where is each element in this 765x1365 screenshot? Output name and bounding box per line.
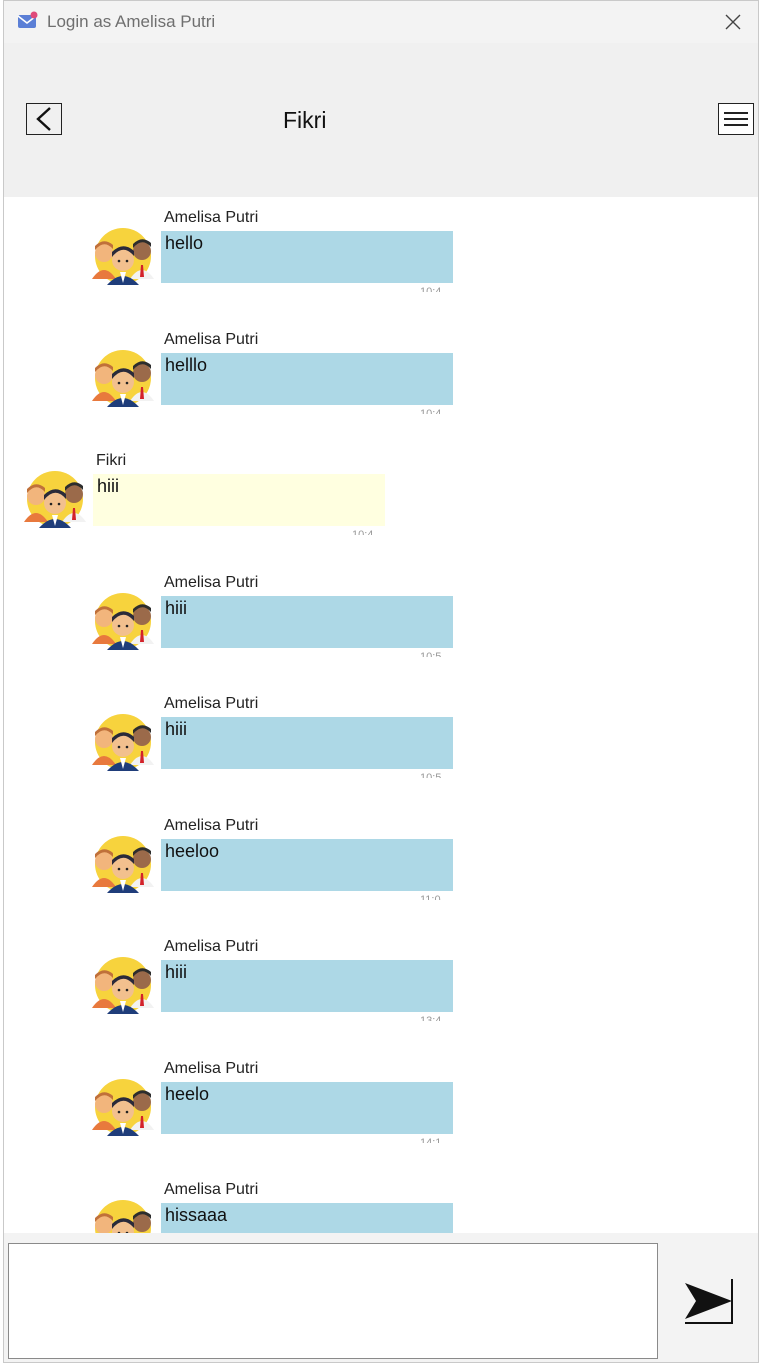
message-sender: Amelisa Putri — [164, 1059, 259, 1077]
message-bubble[interactable]: hello — [161, 231, 453, 283]
message-time: 14:1 — [420, 1136, 442, 1143]
message-sender: Amelisa Putri — [164, 816, 259, 834]
close-button[interactable] — [718, 7, 748, 37]
window-title: Login as Amelisa Putri — [47, 12, 216, 31]
group-avatar-icon — [90, 1078, 156, 1136]
message-bubble[interactable]: heeloo — [161, 838, 453, 891]
group-avatar-icon — [22, 470, 88, 528]
message-time: 10:4 — [352, 529, 374, 535]
send-icon — [685, 1279, 733, 1324]
composer — [4, 1233, 758, 1362]
group-avatar-icon — [90, 835, 156, 893]
message-sender: Amelisa Putri — [164, 695, 259, 712]
chat-header: Fikri — [4, 43, 758, 197]
message-input[interactable] — [8, 1243, 658, 1359]
send-button[interactable] — [682, 1277, 736, 1325]
close-icon — [725, 14, 741, 30]
message-sender: Fikri — [96, 452, 127, 469]
message-bubble[interactable]: heelo — [161, 1081, 453, 1134]
message-time: 10:4 — [420, 286, 442, 292]
message-time: 13:4 — [420, 1015, 442, 1021]
message-sender: Amelisa Putri — [164, 573, 259, 591]
back-arrow-icon — [36, 107, 51, 131]
menu-icon-line — [724, 112, 748, 114]
message-time: 10:5 — [420, 650, 442, 657]
message-bubble[interactable]: hiii — [161, 960, 453, 1012]
message-list[interactable]: Amelisa Putri hello 10:4 Amelisa Putri hell… — [4, 197, 758, 1233]
message-row: Amelisa Putri heelo 14:1 — [90, 1060, 470, 1170]
message-row: Amelisa Putri hiii 13:4 — [90, 938, 470, 1048]
group-avatar-icon — [90, 227, 156, 285]
contact-name: Fikri — [283, 107, 327, 133]
message-row: Amelisa Putri hissaaa — [90, 1181, 470, 1233]
message-bubble[interactable]: hiii — [161, 717, 453, 769]
group-avatar-icon — [90, 1199, 156, 1233]
menu-icon-line — [724, 118, 748, 120]
message-row: Fikri hiii 10:4 — [22, 452, 402, 562]
message-bubble[interactable]: hiii — [161, 595, 453, 648]
message-sender: Amelisa Putri — [164, 938, 259, 955]
message-bubble[interactable]: helllo — [161, 352, 453, 405]
chat-window: Login as Amelisa Putri Fikri Amelisa Put… — [3, 0, 759, 1363]
title-bar[interactable]: Login as Amelisa Putri — [4, 1, 758, 43]
group-avatar-icon — [90, 713, 156, 771]
message-sender: Amelisa Putri — [164, 1181, 259, 1198]
message-sender: Amelisa Putri — [164, 330, 259, 348]
back-button[interactable] — [26, 103, 62, 135]
message-time: 10:5 — [420, 772, 442, 778]
message-row: Amelisa Putri heeloo 11:0 — [90, 817, 470, 927]
message-row: Amelisa Putri hiii 10:5 — [90, 574, 470, 684]
message-row: Amelisa Putri helllo 10:4 — [90, 331, 470, 441]
group-avatar-icon — [90, 956, 156, 1014]
mail-icon — [17, 11, 38, 28]
message-bubble[interactable]: hiii — [93, 474, 385, 526]
message-sender: Amelisa Putri — [164, 209, 259, 226]
message-time: 10:4 — [420, 407, 442, 414]
message-row: Amelisa Putri hello 10:4 — [90, 209, 470, 319]
message-bubble[interactable]: hissaaa — [161, 1203, 453, 1233]
message-time: 11:0 — [420, 893, 441, 900]
message-row: Amelisa Putri hiii 10:5 — [90, 695, 470, 805]
group-avatar-icon — [90, 349, 156, 407]
group-avatar-icon — [90, 592, 156, 650]
menu-button[interactable] — [718, 103, 754, 135]
menu-icon-line — [724, 124, 748, 126]
